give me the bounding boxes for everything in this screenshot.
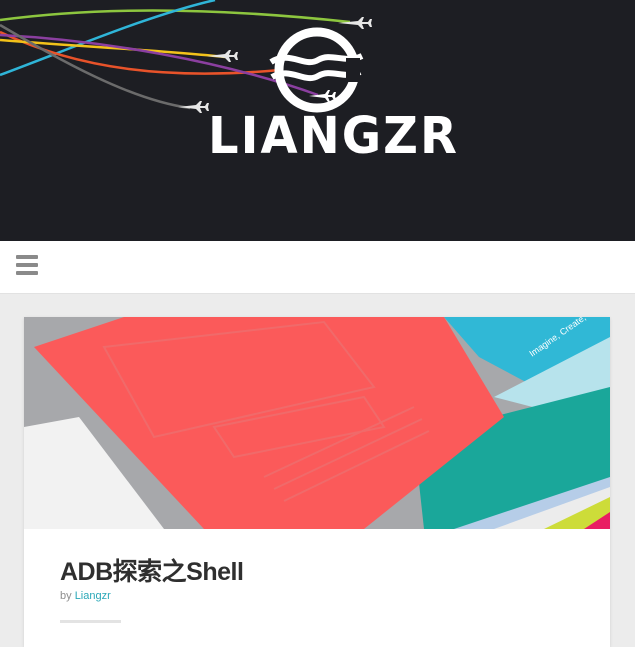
author-link[interactable]: Liangzr: [75, 590, 111, 602]
nav-bar: [0, 241, 635, 294]
post-card[interactable]: Imagine, Create, ADB探索之Shell by Liangzr: [24, 317, 610, 647]
site-header: LIANGZR: [0, 0, 635, 241]
menu-line: [16, 271, 38, 275]
stationery-illustration: Imagine, Create,: [24, 317, 610, 529]
post-title[interactable]: ADB探索之Shell: [60, 552, 244, 588]
post-byline: by Liangzr: [60, 590, 111, 602]
airplane-icon: [338, 17, 372, 29]
byline-label: by: [60, 590, 72, 602]
post-divider: [60, 620, 121, 623]
menu-line: [16, 255, 38, 259]
logo-wordmark[interactable]: LIANGZR: [208, 111, 457, 161]
menu-line: [16, 263, 38, 267]
logo-globe-icon: [269, 27, 364, 113]
main-content: Imagine, Create, ADB探索之Shell by Liangzr: [0, 294, 635, 647]
airplane-icon: [207, 50, 238, 62]
hamburger-menu-icon[interactable]: [16, 255, 38, 277]
post-featured-image[interactable]: Imagine, Create,: [24, 317, 610, 529]
airplane-icon: [178, 101, 209, 113]
